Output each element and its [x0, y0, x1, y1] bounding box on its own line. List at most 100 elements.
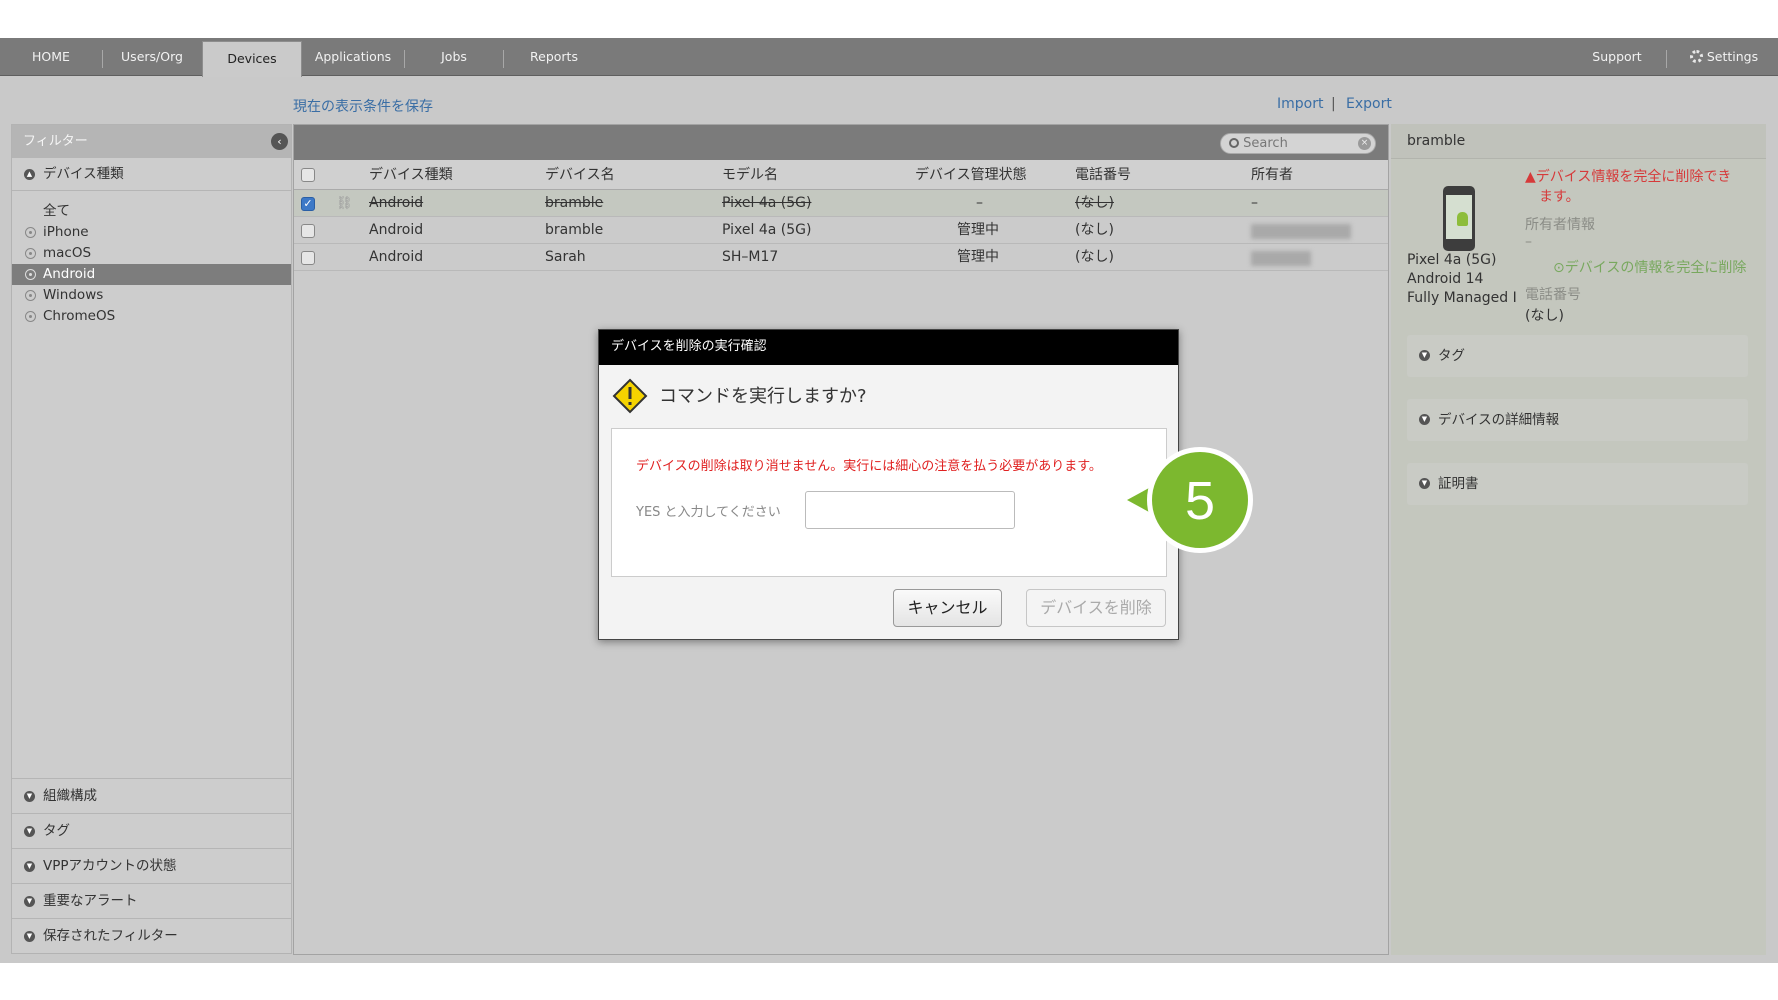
delete-warning-line2: ます。: [1539, 189, 1580, 205]
export-link[interactable]: Export: [1346, 96, 1392, 112]
chevron-down-icon: ▼: [24, 931, 35, 942]
section-important-alerts[interactable]: ▼ 重要なアラート: [12, 883, 291, 918]
column-header[interactable]: 所有者: [1251, 160, 1293, 190]
table-row[interactable]: ✓ ⛓ Android bramble Pixel 4a (5G) – (なし)…: [294, 190, 1388, 217]
import-link[interactable]: Import: [1277, 96, 1323, 112]
dialog-title: デバイスを削除の実行確認: [599, 330, 1178, 365]
step-number: 5: [1185, 471, 1215, 531]
section-label: 重要なアラート: [43, 893, 138, 909]
save-current-view-link[interactable]: 現在の表示条件を保存: [293, 96, 433, 116]
clear-icon[interactable]: ×: [1358, 137, 1371, 150]
link-separator: |: [1331, 96, 1336, 112]
cell-device-type: Android: [369, 249, 424, 265]
cell-owner: –: [1251, 195, 1258, 211]
chevron-down-icon: ▼: [24, 896, 35, 907]
filter-item-windows[interactable]: Windows: [12, 285, 291, 306]
filter-item-iphone[interactable]: iPhone: [12, 222, 291, 243]
delete-device-button[interactable]: デバイスを削除: [1026, 589, 1166, 627]
tab-users-org[interactable]: Users/Org: [112, 38, 192, 76]
nav-separator: [102, 50, 103, 68]
select-all-checkbox[interactable]: [301, 168, 315, 182]
row-checkbox[interactable]: ✓: [301, 197, 315, 211]
filter-item-label: 全て: [43, 203, 70, 219]
support-link[interactable]: Support: [1582, 38, 1652, 76]
filter-item-all[interactable]: 全て: [12, 201, 291, 222]
filter-item-label: macOS: [43, 245, 92, 261]
filter-bottom-sections: ▼ 組織構成 ▼ タグ ▼ VPPアカウントの状態 ▼ 重要なアラート ▼ 保存されたフィ…: [12, 778, 291, 953]
owner-info-label: 所有者情報: [1525, 217, 1595, 233]
dialog-question: コマンドを実行しますか?: [659, 386, 867, 407]
delete-warning: ▲デバイス情報を完全に削除でき: [1525, 169, 1732, 185]
cell-status: 管理中: [957, 222, 999, 238]
cell-model: Pixel 4a (5G): [722, 195, 812, 211]
section-tags[interactable]: ▼ タグ: [12, 813, 291, 848]
column-header[interactable]: デバイス管理状態: [915, 160, 1027, 190]
device-type-label: デバイス種類: [43, 166, 124, 182]
radio-icon: [25, 248, 36, 259]
cell-status: 管理中: [957, 249, 999, 265]
section-organization[interactable]: ▼ 組織構成: [12, 778, 291, 813]
column-header[interactable]: 電話番号: [1075, 160, 1131, 190]
cell-model: SH–M17: [722, 249, 779, 265]
device-os: Android 14: [1407, 271, 1484, 287]
filter-item-label: ChromeOS: [43, 308, 116, 324]
table-toolbar: Search ×: [294, 125, 1388, 160]
chevron-up-icon: ▲: [24, 169, 35, 180]
column-header[interactable]: デバイス名: [545, 160, 615, 190]
android-phone-icon: [1443, 186, 1475, 251]
warning-icon: [612, 378, 648, 414]
tab-reports[interactable]: Reports: [520, 38, 588, 76]
table-row[interactable]: Android Sarah SH–M17 管理中 (なし): [294, 244, 1388, 271]
section-label: 証明書: [1438, 476, 1479, 492]
collapse-icon[interactable]: ‹: [271, 133, 288, 150]
filter-item-chromeos[interactable]: ChromeOS: [12, 306, 291, 327]
step-callout-badge: 5: [1127, 447, 1253, 553]
radio-icon: [25, 290, 36, 301]
radio-icon: [25, 269, 36, 280]
tab-applications[interactable]: Applications: [313, 38, 393, 76]
cell-device-name: bramble: [545, 195, 604, 211]
filter-item-android[interactable]: Android: [12, 264, 291, 285]
table-row[interactable]: Android bramble Pixel 4a (5G) 管理中 (なし): [294, 217, 1388, 244]
table-header: デバイス種類 デバイス名 モデル名 デバイス管理状態 電話番号 所有者: [294, 160, 1388, 190]
search-placeholder: Search: [1243, 136, 1288, 151]
detail-section-tags[interactable]: ▼ タグ: [1407, 335, 1748, 377]
cell-device-type: Android: [369, 195, 424, 211]
search-icon: [1229, 138, 1239, 148]
section-vpp-account[interactable]: ▼ VPPアカウントの状態: [12, 848, 291, 883]
top-navigation-bar: HOME Users/Org Devices Applications Jobs…: [0, 38, 1778, 77]
section-label: デバイスの詳細情報: [1438, 412, 1560, 428]
detail-title: bramble: [1391, 124, 1766, 159]
nav-separator: [404, 50, 405, 68]
gear-icon: [1689, 50, 1703, 63]
cell-device-name: Sarah: [545, 249, 586, 265]
phone-label: 電話番号: [1525, 287, 1581, 303]
filter-panel: フィルター ‹ ▲ デバイス種類 全て iPhone macOS Android…: [11, 124, 292, 954]
nav-separator: [1666, 50, 1667, 68]
tab-jobs[interactable]: Jobs: [424, 38, 484, 76]
tab-home[interactable]: HOME: [14, 38, 88, 76]
filter-item-label: Windows: [43, 287, 104, 303]
cancel-button[interactable]: キャンセル: [893, 589, 1002, 627]
filter-item-macos[interactable]: macOS: [12, 243, 291, 264]
cell-status: –: [976, 195, 983, 211]
settings-link[interactable]: Settings: [1680, 38, 1768, 76]
detail-section-device-details[interactable]: ▼ デバイスの詳細情報: [1407, 399, 1748, 441]
column-header[interactable]: デバイス種類: [369, 160, 453, 190]
radio-icon: [25, 227, 36, 238]
row-checkbox[interactable]: [301, 251, 315, 265]
tab-devices[interactable]: Devices: [202, 41, 302, 77]
section-saved-filters[interactable]: ▼ 保存されたフィルター: [12, 918, 291, 953]
row-checkbox[interactable]: [301, 224, 315, 238]
detail-section-certificates[interactable]: ▼ 証明書: [1407, 463, 1748, 505]
column-header[interactable]: モデル名: [722, 160, 778, 190]
wipe-device-link[interactable]: ⊙デバイスの情報を完全に削除: [1553, 257, 1746, 277]
irreversible-warning: デバイスの削除は取り消せません。実行には細心の注意を払う必要があります。: [636, 459, 1102, 474]
warning-icon: ▲: [1525, 169, 1536, 185]
confirm-yes-input[interactable]: [805, 491, 1015, 529]
dialog-body: デバイスの削除は取り消せません。実行には細心の注意を払う必要があります。 YES…: [611, 428, 1167, 577]
search-input[interactable]: Search ×: [1220, 133, 1376, 154]
device-type-section[interactable]: ▲ デバイス種類: [12, 158, 291, 191]
owner-info-value: –: [1525, 234, 1532, 250]
settings-label: Settings: [1706, 49, 1759, 64]
